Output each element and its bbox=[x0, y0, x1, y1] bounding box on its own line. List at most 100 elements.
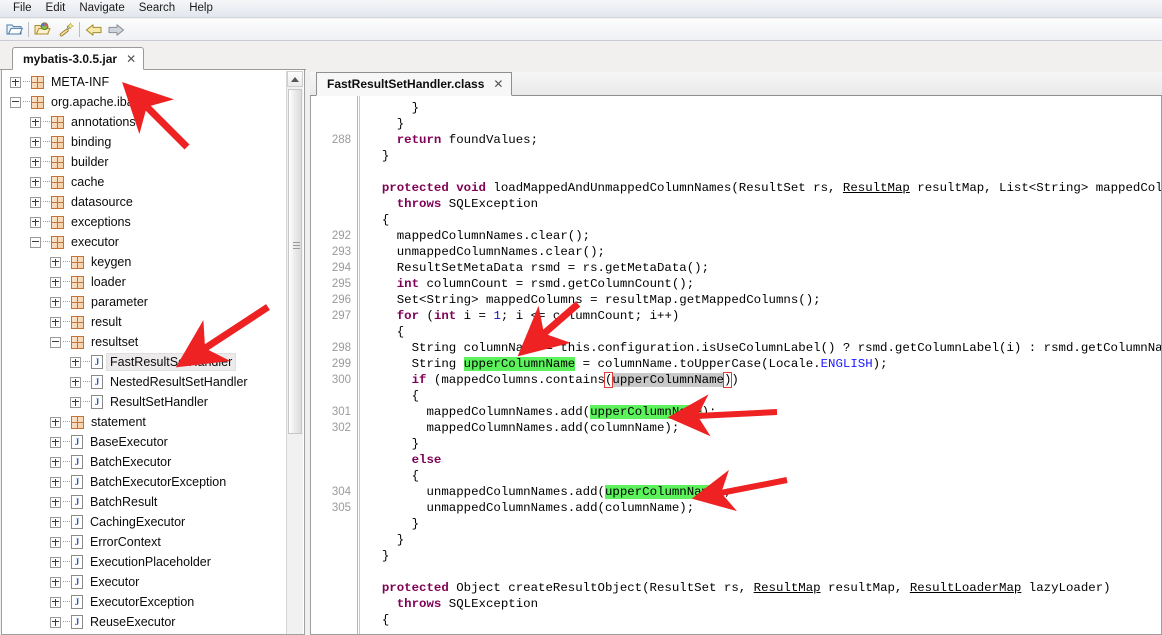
code-line: } bbox=[367, 101, 420, 115]
tree-node-label: result bbox=[91, 315, 122, 329]
tree-node-reuseexecutor[interactable]: J ReuseExecutor bbox=[2, 612, 288, 632]
back-arrow-icon[interactable] bbox=[83, 20, 105, 40]
open-folder-icon[interactable] bbox=[3, 20, 25, 40]
expand-icon[interactable] bbox=[50, 436, 61, 448]
code-viewer[interactable]: 288 292 293 294 295 296 297 298 299 300 301 302 304 3… bbox=[310, 96, 1162, 635]
tree-node-executorexception[interactable]: J ExecutorException bbox=[2, 592, 288, 612]
expand-icon[interactable] bbox=[50, 316, 61, 328]
code-type-link[interactable]: ResultLoaderMap bbox=[910, 581, 1022, 595]
expand-icon[interactable] bbox=[70, 376, 81, 388]
line-number: 293 bbox=[331, 246, 351, 258]
expand-icon[interactable] bbox=[50, 416, 61, 428]
expand-icon[interactable] bbox=[50, 596, 61, 608]
code-line: String upperColumnName = columnName.toUp… bbox=[367, 357, 888, 371]
line-number: 288 bbox=[331, 134, 351, 146]
tree-node-label: ErrorContext bbox=[90, 535, 161, 549]
collapse-icon[interactable] bbox=[30, 236, 41, 248]
tree-node-statement[interactable]: statement bbox=[2, 412, 288, 432]
open-jar-icon[interactable] bbox=[32, 20, 54, 40]
menu-search[interactable]: Search bbox=[132, 0, 182, 17]
tree-node-builder[interactable]: builder bbox=[2, 152, 288, 172]
tree-node-batchexecutorexception[interactable]: J BatchExecutorException bbox=[2, 472, 288, 492]
expand-icon[interactable] bbox=[50, 496, 61, 508]
menu-help[interactable]: Help bbox=[182, 0, 220, 17]
jar-tab[interactable]: mybatis-3.0.5.jar ✕ bbox=[12, 47, 145, 70]
close-icon[interactable]: ✕ bbox=[126, 53, 136, 65]
menu-navigate[interactable]: Navigate bbox=[72, 0, 131, 17]
expand-icon[interactable] bbox=[50, 616, 61, 628]
tree-vertical-scrollbar[interactable] bbox=[286, 71, 303, 634]
expand-icon[interactable] bbox=[30, 116, 41, 128]
tree-node-result[interactable]: result bbox=[2, 312, 288, 332]
package-icon bbox=[31, 95, 44, 109]
menu-edit[interactable]: Edit bbox=[39, 0, 73, 17]
tree-node-cache[interactable]: cache bbox=[2, 172, 288, 192]
scrollbar-thumb[interactable] bbox=[288, 89, 302, 434]
tree-node-annotations[interactable]: annotations bbox=[2, 112, 288, 132]
expand-icon[interactable] bbox=[50, 276, 61, 288]
tree-connector bbox=[23, 81, 30, 83]
tree-node-cachingexecutor[interactable]: J CachingExecutor bbox=[2, 512, 288, 532]
code-type-link[interactable]: ResultMap bbox=[843, 181, 910, 195]
expand-icon[interactable] bbox=[30, 216, 41, 228]
expand-icon[interactable] bbox=[50, 456, 61, 468]
tree-node-resultsethandler[interactable]: J ResultSetHandler bbox=[2, 392, 288, 412]
java-class-icon: J bbox=[71, 615, 83, 629]
forward-arrow-icon[interactable] bbox=[105, 20, 127, 40]
expand-icon[interactable] bbox=[10, 76, 21, 88]
java-class-icon: J bbox=[71, 435, 83, 449]
expand-icon[interactable] bbox=[50, 556, 61, 568]
expand-icon[interactable] bbox=[70, 356, 81, 368]
expand-icon[interactable] bbox=[50, 576, 61, 588]
tree-node-batchresult[interactable]: J BatchResult bbox=[2, 492, 288, 512]
expand-icon[interactable] bbox=[50, 476, 61, 488]
tree-node-keygen[interactable]: keygen bbox=[2, 252, 288, 272]
tree-node-datasource[interactable]: datasource bbox=[2, 192, 288, 212]
tree-connector bbox=[63, 601, 70, 603]
tree-node-label: BatchExecutor bbox=[90, 455, 172, 469]
tree-node-binding[interactable]: binding bbox=[2, 132, 288, 152]
tree-node-executionplaceholder[interactable]: J ExecutionPlaceholder bbox=[2, 552, 288, 572]
tree-node-org-apache-ibatis[interactable]: org.apache.ibatis bbox=[2, 92, 288, 112]
close-icon[interactable]: ✕ bbox=[493, 78, 503, 90]
tree-node-exceptions[interactable]: exceptions bbox=[2, 212, 288, 232]
tree-node-label: exceptions bbox=[71, 215, 131, 229]
tree-node-resultset[interactable]: resultset bbox=[2, 332, 288, 352]
expand-icon[interactable] bbox=[50, 516, 61, 528]
expand-icon[interactable] bbox=[30, 196, 41, 208]
tree-node-loader[interactable]: loader bbox=[2, 272, 288, 292]
magic-wand-icon[interactable] bbox=[54, 20, 76, 40]
expand-icon[interactable] bbox=[50, 296, 61, 308]
expand-icon[interactable] bbox=[50, 536, 61, 548]
expand-icon[interactable] bbox=[30, 156, 41, 168]
tree-node-nestedresultsethandler[interactable]: J NestedResultSetHandler bbox=[2, 372, 288, 392]
tree-node-label: binding bbox=[71, 135, 112, 149]
tree-node-label: ExecutionPlaceholder bbox=[90, 555, 211, 569]
expand-icon[interactable] bbox=[50, 256, 61, 268]
code-line: } bbox=[367, 533, 405, 547]
expand-icon[interactable] bbox=[30, 136, 41, 148]
code-line: int columnCount = rsmd.getColumnCount(); bbox=[396, 277, 695, 291]
tree-node-meta-inf[interactable]: META-INF bbox=[2, 72, 288, 92]
package-tree-scroll: META-INF org.apache.ibatis annotations bind… bbox=[2, 70, 288, 634]
menu-file[interactable]: File bbox=[6, 0, 39, 17]
tree-node-executor[interactable]: J Executor bbox=[2, 572, 288, 592]
collapse-icon[interactable] bbox=[50, 336, 61, 348]
tree-node-label: META-INF bbox=[51, 75, 110, 89]
editor-tab-fastresultsethandler[interactable]: FastResultSetHandler.class ✕ bbox=[316, 72, 513, 96]
expand-icon[interactable] bbox=[30, 176, 41, 188]
tree-node-batchexecutor[interactable]: J BatchExecutor bbox=[2, 452, 288, 472]
code-line: } bbox=[367, 549, 390, 563]
code-type-link[interactable]: ResultMap bbox=[754, 581, 821, 595]
scroll-up-arrow-icon[interactable] bbox=[287, 71, 303, 87]
expand-icon[interactable] bbox=[70, 396, 81, 408]
tree-node-label: statement bbox=[91, 415, 146, 429]
tree-node-baseexecutor[interactable]: J BaseExecutor bbox=[2, 432, 288, 452]
tree-node-parameter[interactable]: parameter bbox=[2, 292, 288, 312]
tree-node-errorcontext[interactable]: J ErrorContext bbox=[2, 532, 288, 552]
bracket-match: ) bbox=[722, 372, 733, 388]
collapse-icon[interactable] bbox=[10, 96, 21, 108]
tree-node-executor[interactable]: executor bbox=[2, 232, 288, 252]
tree-node-fastresultsethandler[interactable]: J FastResultSetHandler bbox=[2, 352, 288, 372]
tree-connector bbox=[83, 361, 90, 363]
